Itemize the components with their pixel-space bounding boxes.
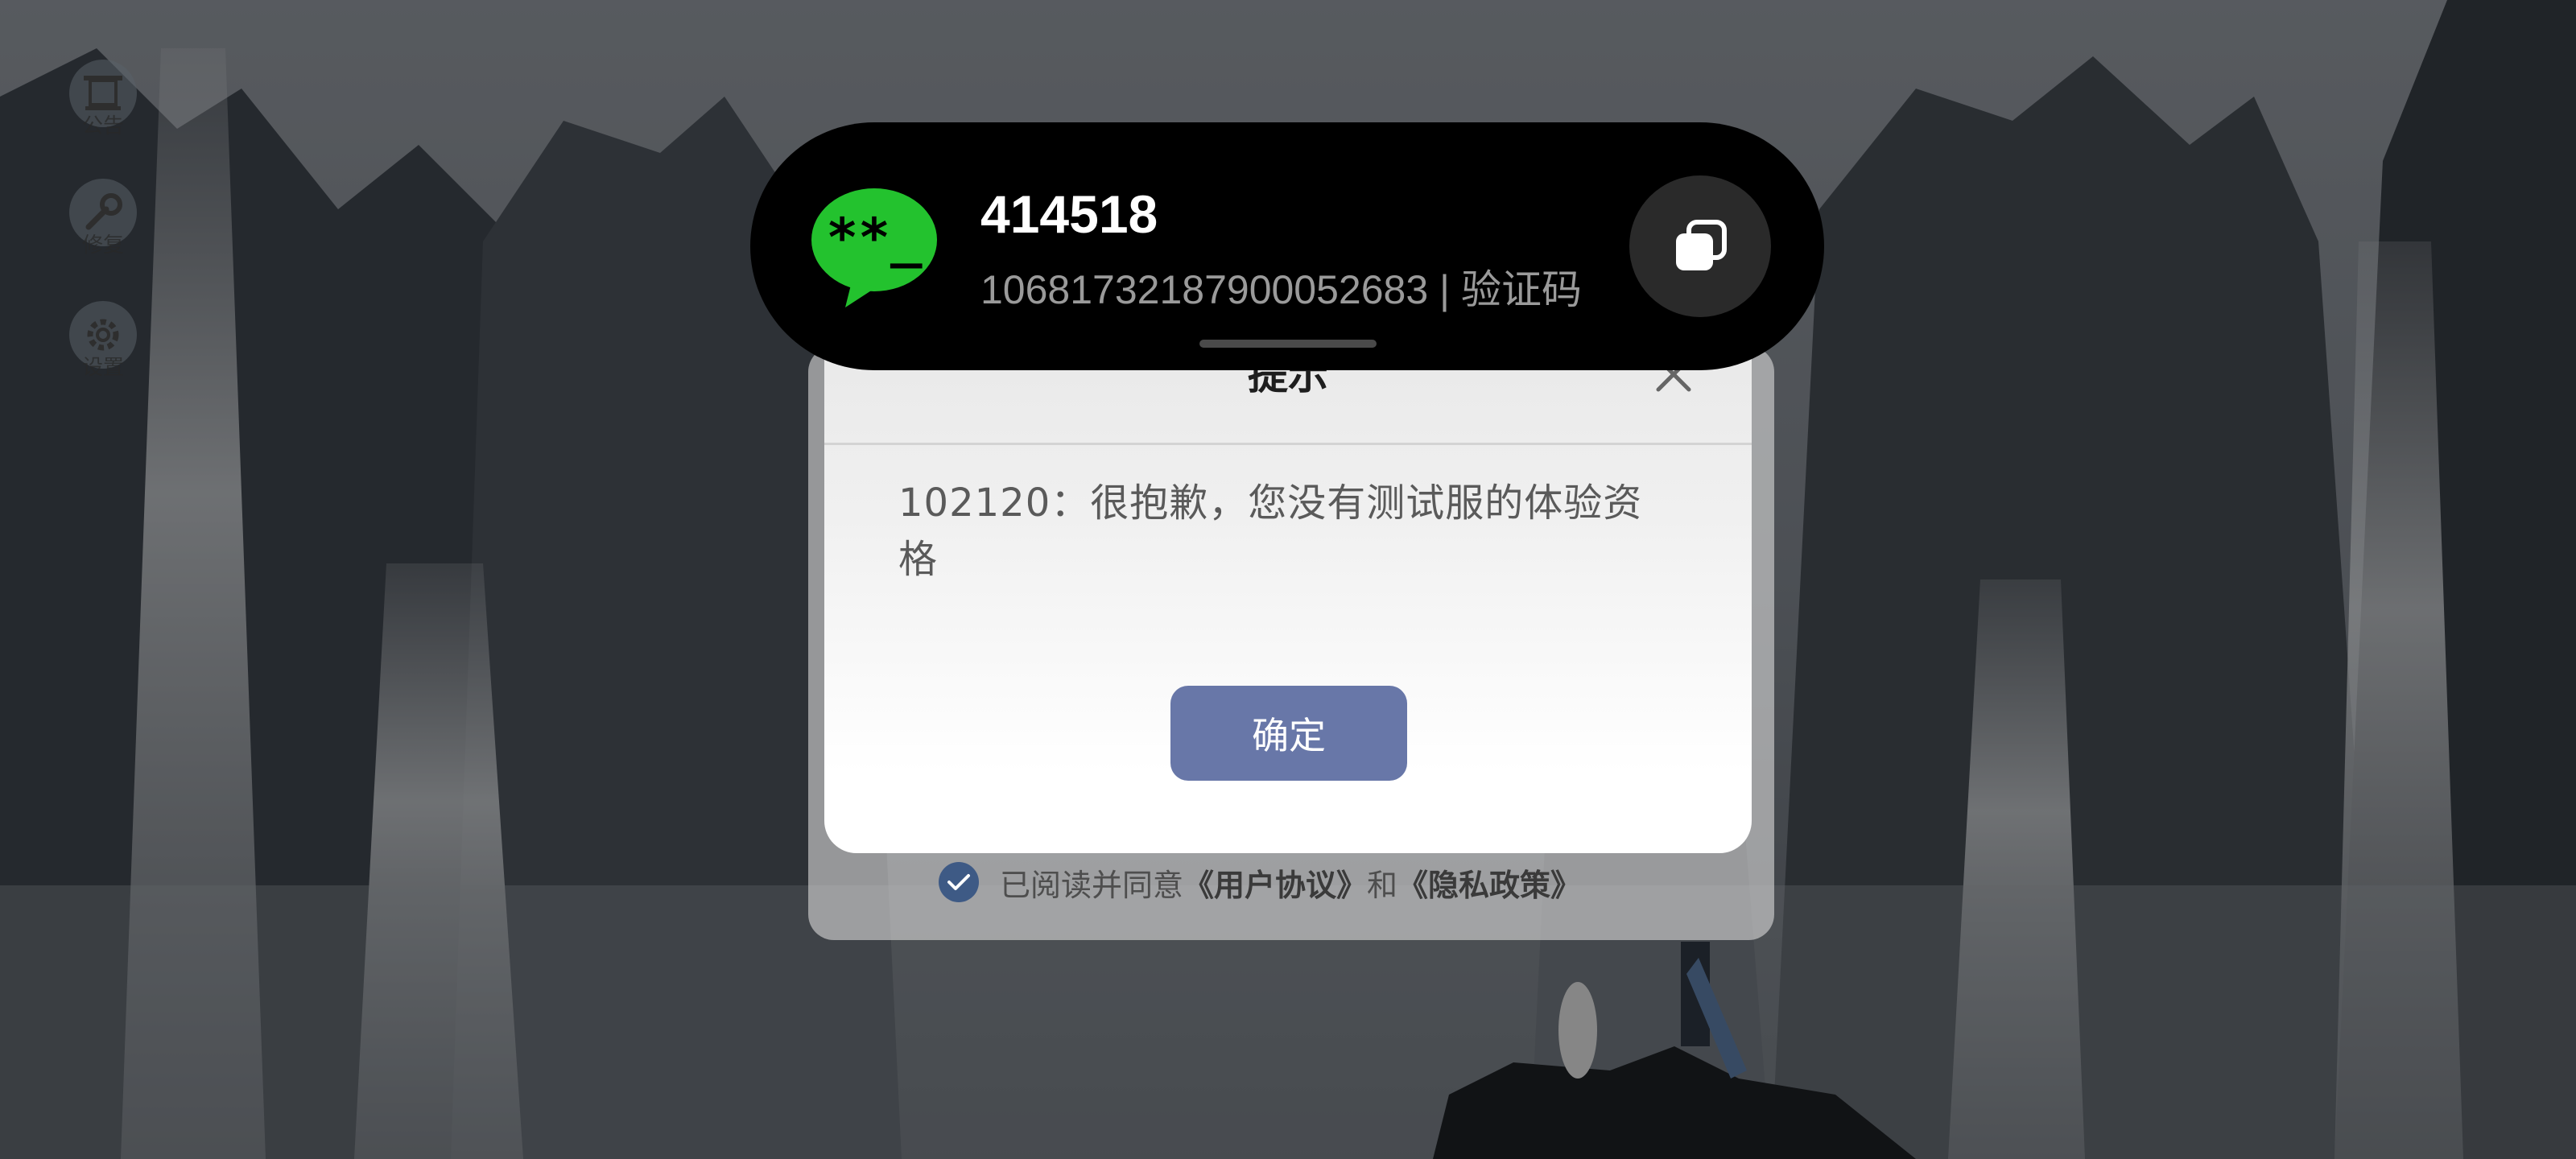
notification-handle[interactable]: [1199, 340, 1377, 348]
confirm-button[interactable]: 确定: [1170, 686, 1407, 781]
user-agreement-link[interactable]: 《用户协议》: [1183, 868, 1367, 903]
agreement-checkbox[interactable]: [939, 862, 979, 902]
sms-separator: 3 |: [1406, 267, 1461, 312]
privacy-policy-link[interactable]: 《隐私政策》: [1397, 868, 1581, 903]
svg-text:**_: **_: [826, 207, 922, 269]
message-bubble-icon: **_: [811, 188, 937, 307]
sms-sender-line: 10681732187900052683 | 验证码: [980, 258, 1582, 316]
dialog-divider: [824, 443, 1752, 445]
agreement-text: 已阅读并同意《用户协议》和《隐私政策》: [1000, 860, 1581, 905]
copy-code-button[interactable]: [1629, 175, 1771, 317]
agreement-row[interactable]: 已阅读并同意《用户协议》和《隐私政策》: [939, 858, 1581, 906]
side-label-repair: 修复: [81, 233, 124, 258]
side-label-notice: 公告: [81, 114, 124, 138]
agreement-and: 和: [1367, 867, 1398, 903]
wrench-icon: [85, 193, 122, 230]
sms-sender-number: 1068173218790005268: [980, 267, 1406, 312]
copy-icon: [1676, 220, 1727, 270]
checkmark-icon: [947, 874, 970, 890]
agreement-prefix: 已阅读并同意: [1000, 867, 1184, 903]
alert-dialog: 提示 102120：很抱歉，您没有测试服的体验资格 确定: [824, 322, 1752, 853]
gear-icon: [87, 319, 119, 351]
dialog-message: 102120：很抱歉，您没有测试服的体验资格: [898, 481, 1643, 582]
verification-code: 414518: [980, 184, 1158, 244]
side-label-settings: 设置: [81, 356, 124, 380]
gate-icon: [84, 76, 122, 110]
sms-category: 验证码: [1460, 267, 1582, 312]
sms-code-notification[interactable]: **_ 414518 10681732187900052683 | 验证码: [750, 122, 1824, 370]
